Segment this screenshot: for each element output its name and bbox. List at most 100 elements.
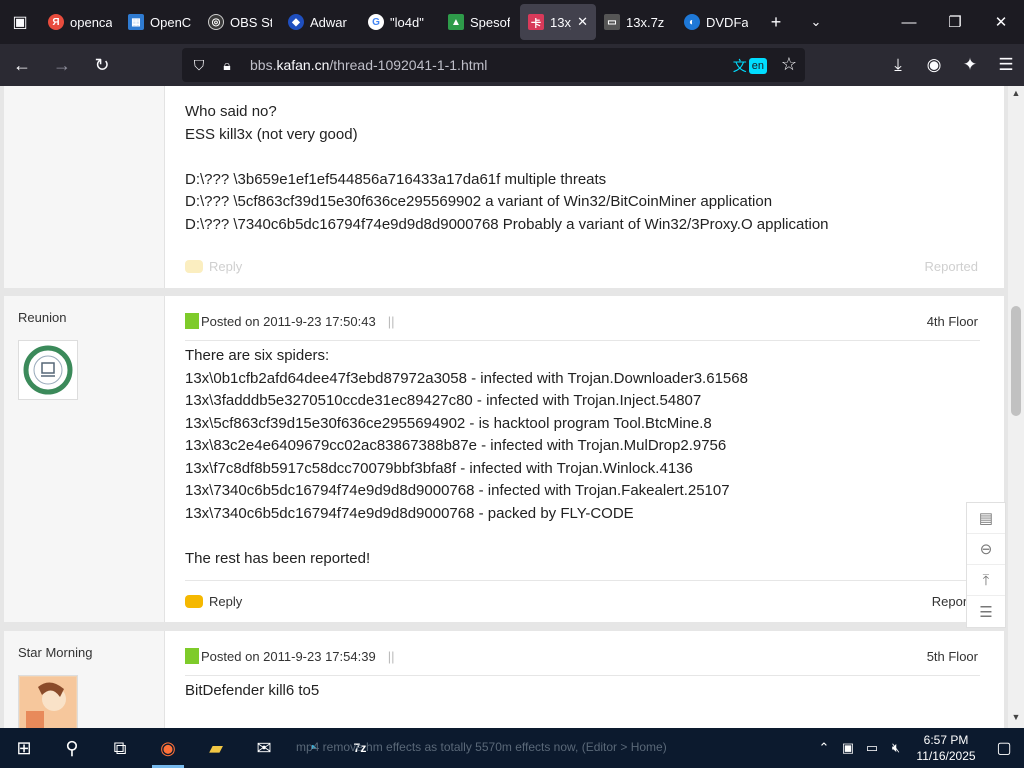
restore-icon[interactable]: ❐	[932, 0, 978, 44]
forward-icon[interactable]: →	[44, 48, 80, 82]
close-tab-icon[interactable]: ✕	[577, 14, 588, 30]
bookmark-star-icon[interactable]: ☆	[781, 54, 797, 75]
post-body: BitDefender kill6 to5	[185, 682, 320, 699]
firefox-view-icon[interactable]: ▣	[0, 0, 40, 44]
list-icon[interactable]: ☰	[967, 596, 1005, 627]
clock[interactable]: 6:57 PM 11/16/2025	[908, 732, 984, 764]
firefox-taskbar-icon[interactable]: ◉	[144, 728, 192, 768]
tab-4[interactable]: G "lo4d"	[360, 4, 440, 40]
author-name[interactable]: Reunion	[18, 310, 66, 325]
reply-icon	[185, 259, 203, 273]
scroll-down-icon[interactable]: ▼	[1008, 712, 1024, 726]
tab-label: openca	[70, 14, 112, 30]
divider	[185, 580, 980, 581]
page-scrollbar[interactable]: ▲ ▼	[1008, 86, 1024, 728]
clock-time: 6:57 PM	[923, 733, 969, 747]
tab-label: Spesof	[470, 14, 511, 30]
close-window-icon[interactable]: ✕	[978, 0, 1024, 44]
post-main: Posted on 2011-9-23 17:54:39 || 5th Floo…	[165, 631, 1004, 728]
post-sidebar: Reunion	[4, 296, 165, 622]
window-controls: — ❐ ✕	[886, 0, 1024, 44]
post-floor-4: Reunion Posted on 2011-9-23 17:50:43 || …	[4, 296, 1004, 622]
translate-icon: 文	[732, 58, 747, 74]
tab-label: Adwar	[310, 14, 347, 30]
tab-label: 13x_	[550, 14, 571, 30]
url-prefix: bbs.	[250, 57, 277, 73]
tab-0[interactable]: Яopenca	[40, 4, 120, 40]
tab-label: OBS St	[230, 14, 272, 30]
tab-label: OpenC	[150, 14, 192, 30]
google-icon: G	[368, 14, 384, 30]
file-explorer-icon[interactable]: ▰	[192, 728, 240, 768]
menu-icon[interactable]: ☰	[988, 48, 1024, 82]
extensions-icon[interactable]: ✦	[952, 48, 988, 82]
scroll-thumb[interactable]	[1011, 306, 1021, 416]
search-icon[interactable]: ⚲	[48, 728, 96, 768]
tab-8[interactable]: ◐ DVDFa	[676, 4, 756, 40]
post-actions: Reply Reported	[185, 255, 978, 277]
reported-label: Reported	[924, 258, 978, 274]
account-icon[interactable]: ◉	[916, 48, 952, 82]
kafan-icon: 卡	[528, 14, 544, 30]
url-bar[interactable]: ⛉ 🔒︎ bbs.kafan.cn/thread-1092041-1-1.htm…	[182, 48, 805, 82]
post-separator: ||	[387, 313, 395, 329]
divider	[185, 340, 980, 341]
system-tray: ⌃ ▣ ▭ 🔇︎ 6:57 PM 11/16/2025 ▢	[812, 728, 1024, 768]
windows-icon: ▦	[128, 14, 144, 30]
reply-icon	[185, 594, 203, 608]
floor-label[interactable]: 4th Floor	[927, 314, 978, 329]
avatar-emblem-icon	[23, 345, 73, 395]
lock-icon[interactable]: 🔒︎	[214, 57, 240, 74]
new-tab-icon[interactable]: +	[756, 0, 796, 44]
tab-3[interactable]: ◆ Adwar	[280, 4, 360, 40]
quick-reply-icon[interactable]: ⊖	[967, 534, 1005, 565]
post-status-icon	[185, 648, 199, 664]
avatar[interactable]	[18, 340, 78, 400]
chevron-up-icon[interactable]: ⌃	[812, 740, 836, 756]
scroll-up-icon[interactable]: ▲	[1008, 88, 1024, 102]
mail-icon[interactable]: ✉	[240, 728, 288, 768]
reload-icon[interactable]: ↻	[84, 48, 120, 82]
floor-label[interactable]: 5th Floor	[927, 649, 978, 664]
notification-icon[interactable]: ▢	[984, 738, 1024, 758]
tab-label: DVDFa	[706, 14, 748, 30]
list-tabs-icon[interactable]: ⌄	[796, 0, 836, 44]
avatar-image-icon	[20, 677, 76, 728]
url-text[interactable]: bbs.kafan.cn/thread-1092041-1-1.html	[250, 57, 487, 73]
taskbar: ⊞ ⚲ ⧉ ◉ ▰ ✉ ◔ 7z mp4 remove hm effects a…	[0, 728, 1024, 768]
windows-start-icon[interactable]: ⊞	[0, 728, 48, 768]
post-timestamp: Posted on 2011-9-23 17:54:39	[201, 648, 376, 664]
tab-label: "lo4d"	[390, 14, 424, 30]
url-path: /thread-1092041-1-1.html	[329, 57, 488, 73]
task-view-icon[interactable]: ⧉	[96, 728, 144, 768]
post-main: Who said no? ESS kill3x (not very good) …	[165, 86, 1004, 288]
translate-button[interactable]: 文 en	[733, 56, 767, 76]
page-content: Who said no? ESS kill3x (not very good) …	[0, 86, 1024, 728]
translate-lang-badge: en	[748, 58, 767, 74]
clock-date: 11/16/2025	[916, 749, 976, 763]
obs-icon: ◎	[208, 14, 224, 30]
tab-6-active[interactable]: 卡 13x_ ✕	[520, 4, 596, 40]
tab-2[interactable]: ◎ OBS St	[200, 4, 280, 40]
post-main: Posted on 2011-9-23 17:50:43 || 4th Floo…	[165, 296, 1004, 622]
spesoft-icon: ▲	[448, 14, 464, 30]
avatar[interactable]	[18, 675, 78, 728]
reply-button[interactable]: Reply	[209, 259, 242, 274]
minimize-icon[interactable]: —	[886, 0, 932, 44]
post-body: Who said no? ESS kill3x (not very good) …	[185, 103, 829, 233]
reply-button[interactable]: Reply	[209, 594, 242, 609]
author-name[interactable]: Star Morning	[18, 645, 92, 660]
toolbar-right: ⤓ ◉ ✦ ☰	[880, 48, 1024, 82]
shield-icon[interactable]: ⛉	[184, 57, 214, 74]
volume-muted-icon[interactable]: 🔇︎	[884, 740, 908, 756]
tab-7[interactable]: ▭ 13x.7z	[596, 4, 676, 40]
network-icon[interactable]: ▭	[860, 740, 884, 756]
back-to-top-icon[interactable]: ⤒	[967, 565, 1005, 596]
comment-icon[interactable]: ▤	[967, 503, 1005, 534]
download-icon[interactable]: ⤓	[880, 48, 916, 82]
post-status-icon	[185, 313, 199, 329]
app-tray-icon[interactable]: ▣	[836, 740, 860, 756]
tab-1[interactable]: ▦ OpenC	[120, 4, 200, 40]
tab-5[interactable]: ▲ Spesof	[440, 4, 520, 40]
back-icon[interactable]: ←	[4, 48, 40, 82]
